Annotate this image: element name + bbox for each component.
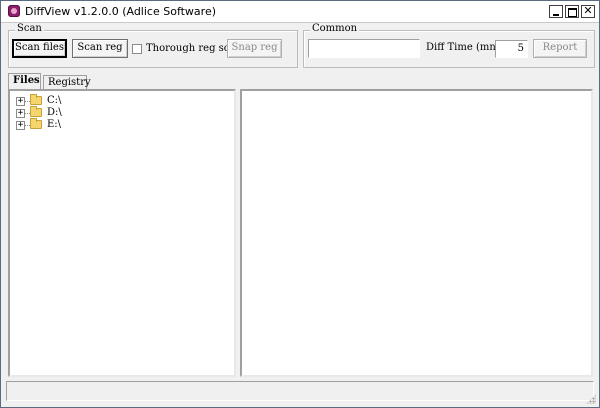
diff-results-pane[interactable]: [240, 89, 593, 377]
close-button[interactable]: ✕: [581, 5, 595, 18]
expand-icon[interactable]: +: [16, 97, 25, 106]
folder-icon: [30, 94, 42, 105]
tab-files[interactable]: Files: [8, 73, 41, 89]
status-bar: [6, 381, 594, 401]
tree-item-label[interactable]: C:\: [47, 95, 61, 106]
diff-time-label: Diff Time (mn): [426, 42, 500, 53]
folder-icon: [30, 118, 42, 129]
minimize-button[interactable]: [549, 5, 563, 18]
expand-icon[interactable]: +: [16, 109, 25, 118]
app-window: DiffView v1.2.0.0 (Adlice Software) ✕ Sc…: [0, 0, 600, 408]
tab-registry[interactable]: Registry: [43, 75, 91, 89]
scan-reg-button[interactable]: Scan reg: [72, 39, 128, 58]
common-group-label: Common: [310, 23, 360, 34]
folder-icon: [30, 106, 42, 117]
thorough-reg-scan-checkbox[interactable]: [132, 44, 142, 54]
common-group: Common Diff Time (mn) 5 Report: [303, 23, 595, 68]
tree-item-label[interactable]: E:\: [47, 119, 61, 130]
scan-group-label: Scan: [15, 23, 44, 34]
diff-time-input[interactable]: 5: [495, 40, 528, 58]
app-icon: [8, 5, 20, 17]
scan-group: Scan Scan files Scan reg Thorough reg sc…: [8, 23, 298, 68]
report-button[interactable]: Report: [533, 39, 587, 58]
snap-reg-button[interactable]: Snap reg: [227, 39, 282, 58]
window-title: DiffView v1.2.0.0 (Adlice Software): [25, 5, 217, 18]
title-bar[interactable]: DiffView v1.2.0.0 (Adlice Software) ✕: [1, 1, 599, 23]
file-tree-pane[interactable]: + C:\ + D:\ + E:\: [8, 89, 236, 377]
common-path-field[interactable]: [308, 39, 420, 58]
scan-files-button[interactable]: Scan files: [12, 39, 67, 58]
maximize-button[interactable]: [565, 5, 579, 18]
expand-icon[interactable]: +: [16, 121, 25, 130]
tree-item-label[interactable]: D:\: [47, 107, 62, 118]
